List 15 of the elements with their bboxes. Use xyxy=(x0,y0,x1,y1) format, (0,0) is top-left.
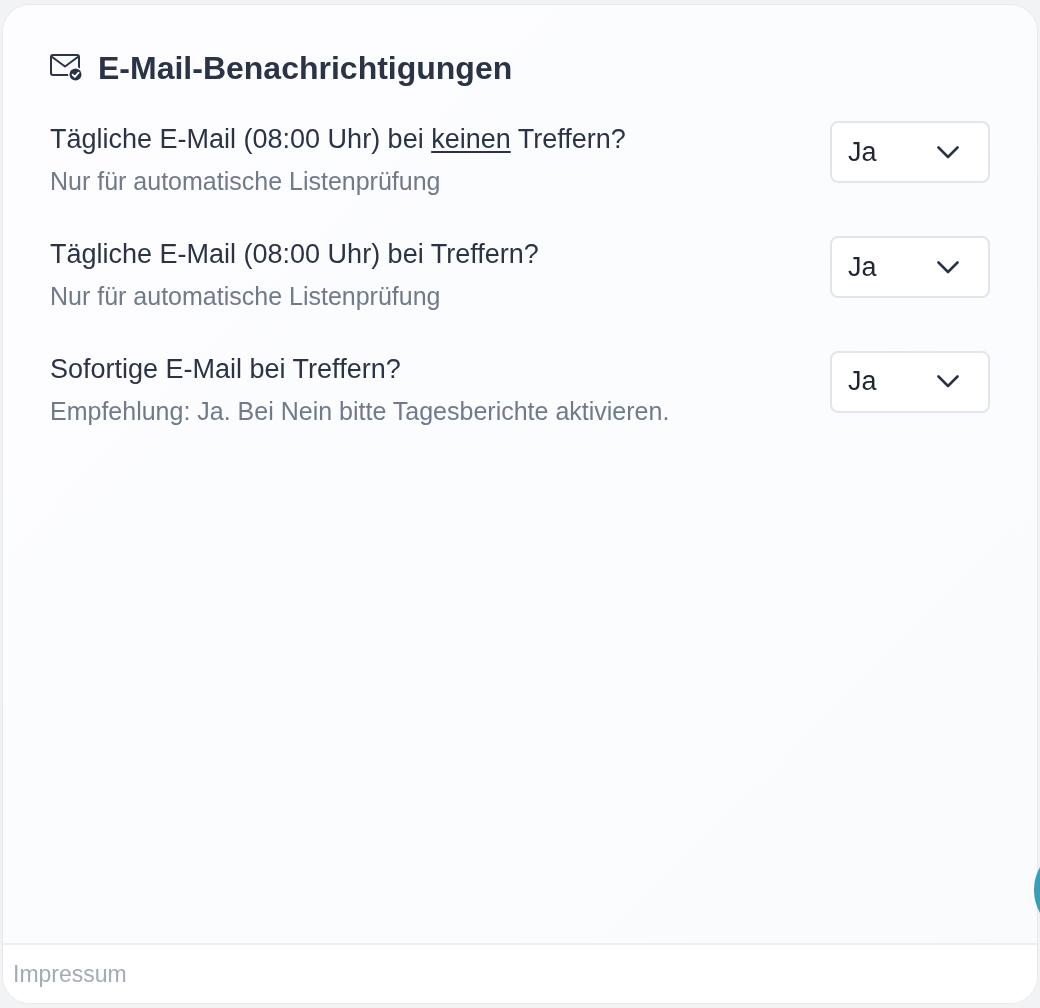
chevron-down-icon xyxy=(937,260,959,274)
section-title: E-Mail-Benachrichtigungen xyxy=(98,49,513,88)
select-dropdown[interactable]: Ja xyxy=(830,236,990,299)
setting-hint: Empfehlung: Ja. Bei Nein bitte Tagesberichte aktivieren. xyxy=(50,395,670,427)
envelope-check-icon xyxy=(50,54,83,83)
setting-label: Sofortige E-Mail bei Treffern? xyxy=(50,353,402,386)
select-dropdown[interactable]: Ja xyxy=(830,121,990,184)
setting-label: Tägliche E-Mail (08:00 Uhr) bei Treffern? xyxy=(50,238,539,272)
floating-button[interactable] xyxy=(1034,867,1040,913)
setting-label: Tägliche E-Mail (08:00 Uhr) bei keinen Treffern? xyxy=(50,123,626,157)
chevron-down-icon xyxy=(937,375,959,389)
select-dropdown[interactable]: Ja xyxy=(830,351,990,413)
setting-hint: Nur für automatische Listenprüfung xyxy=(50,166,442,198)
setting-hint: Nur für automatische Listenprüfung xyxy=(50,281,442,312)
chevron-down-icon xyxy=(937,145,959,159)
